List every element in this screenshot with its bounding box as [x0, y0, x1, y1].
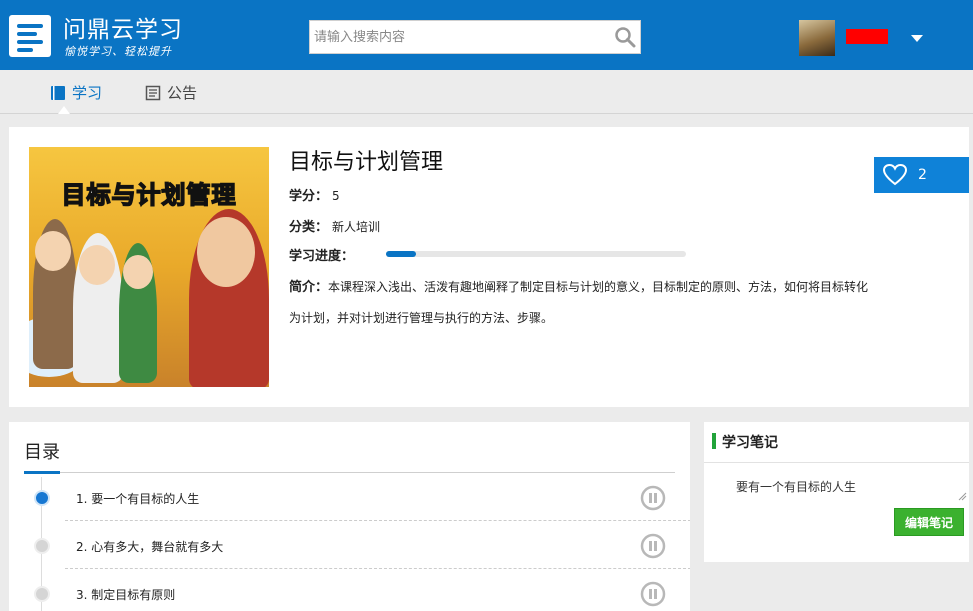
- credit-row: 学分： 5: [289, 185, 340, 204]
- search-input[interactable]: [310, 21, 600, 53]
- pause-icon[interactable]: [640, 581, 666, 607]
- cover-title: 目标与计划管理: [61, 180, 237, 210]
- catalog-item-label[interactable]: 2. 心有多大，舞台就有多大: [76, 538, 223, 555]
- heart-icon: [882, 163, 908, 186]
- chevron-down-icon[interactable]: [911, 35, 923, 42]
- notes-panel: 学习笔记 要有一个有目标的人生 编辑笔记: [704, 422, 969, 562]
- catalog-title: 目录: [24, 442, 60, 463]
- like-button[interactable]: 2: [874, 157, 969, 193]
- brand-slogan: 愉悦学习、轻松提升: [64, 45, 172, 58]
- resize-handle-icon[interactable]: [958, 492, 967, 501]
- catalog-item[interactable]: 3. 制定目标有原则: [9, 569, 690, 611]
- catalog-item-label[interactable]: 3. 制定目标有原则: [76, 586, 175, 603]
- catalog-item[interactable]: 2. 心有多大，舞台就有多大: [9, 521, 690, 569]
- notes-textarea[interactable]: 要有一个有目标的人生: [736, 478, 966, 502]
- course-intro: 简介：本课程深入浅出、活泼有趣地阐释了制定目标与计划的意义，目标制定的原则、方法…: [289, 272, 879, 334]
- brand-name: 问鼎云学习: [63, 17, 183, 43]
- tab-label: 公告: [167, 84, 198, 102]
- document-icon: [145, 85, 161, 100]
- search-box: [309, 20, 641, 54]
- progress-bar: [386, 251, 686, 257]
- like-count: 2: [918, 167, 927, 183]
- progress-label: 学习进度：: [289, 249, 355, 264]
- credit-value: 5: [332, 189, 340, 203]
- search-icon[interactable]: [614, 26, 636, 48]
- top-header: 问鼎云学习 愉悦学习、轻松提升: [0, 0, 973, 70]
- user-name-redacted[interactable]: [846, 29, 888, 44]
- progress-bar-fill: [386, 251, 416, 257]
- tab-label: 学习: [72, 84, 103, 102]
- active-tab-indicator: [58, 106, 70, 114]
- course-info-card: 目标与计划管理 目标与计划管理 学分： 5 分类： 新人培训 学习进度： 简介：本课…: [9, 127, 969, 407]
- notes-title: 学习笔记: [722, 435, 778, 451]
- catalog-item[interactable]: 1. 要一个有目标的人生: [9, 473, 690, 521]
- category-row: 分类： 新人培训: [289, 216, 380, 235]
- catalog-panel: 目录 1. 要一个有目标的人生 2. 心有多大，舞台就有多大 3. 制定目标有原…: [9, 422, 690, 611]
- edit-notes-button[interactable]: 编辑笔记: [894, 508, 964, 536]
- tab-notice[interactable]: 公告: [145, 82, 197, 103]
- timeline-dot-active: [34, 490, 50, 506]
- pause-icon[interactable]: [640, 485, 666, 511]
- catalog-item-label[interactable]: 1. 要一个有目标的人生: [76, 490, 199, 507]
- credit-label: 学分：: [289, 189, 329, 204]
- intro-text: 本课程深入浅出、活泼有趣地阐释了制定目标与计划的意义，目标制定的原则、方法，如何…: [289, 280, 869, 325]
- progress-row: 学习进度：: [289, 245, 358, 264]
- category-label: 分类：: [289, 220, 329, 235]
- main-nav: 学习 公告: [0, 70, 973, 114]
- tab-study[interactable]: 学习: [50, 82, 102, 103]
- book-icon: [51, 85, 65, 100]
- course-title: 目标与计划管理: [289, 150, 444, 175]
- timeline-dot: [34, 538, 50, 554]
- logo-icon[interactable]: [9, 15, 51, 57]
- intro-label: 简介：: [289, 280, 329, 295]
- notes-divider: [704, 462, 969, 463]
- course-cover-image: 目标与计划管理: [29, 147, 269, 387]
- category-value: 新人培训: [332, 220, 381, 234]
- pause-icon[interactable]: [640, 533, 666, 559]
- timeline-dot: [34, 586, 50, 602]
- user-avatar[interactable]: [799, 20, 835, 56]
- notes-title-marker: [712, 433, 716, 449]
